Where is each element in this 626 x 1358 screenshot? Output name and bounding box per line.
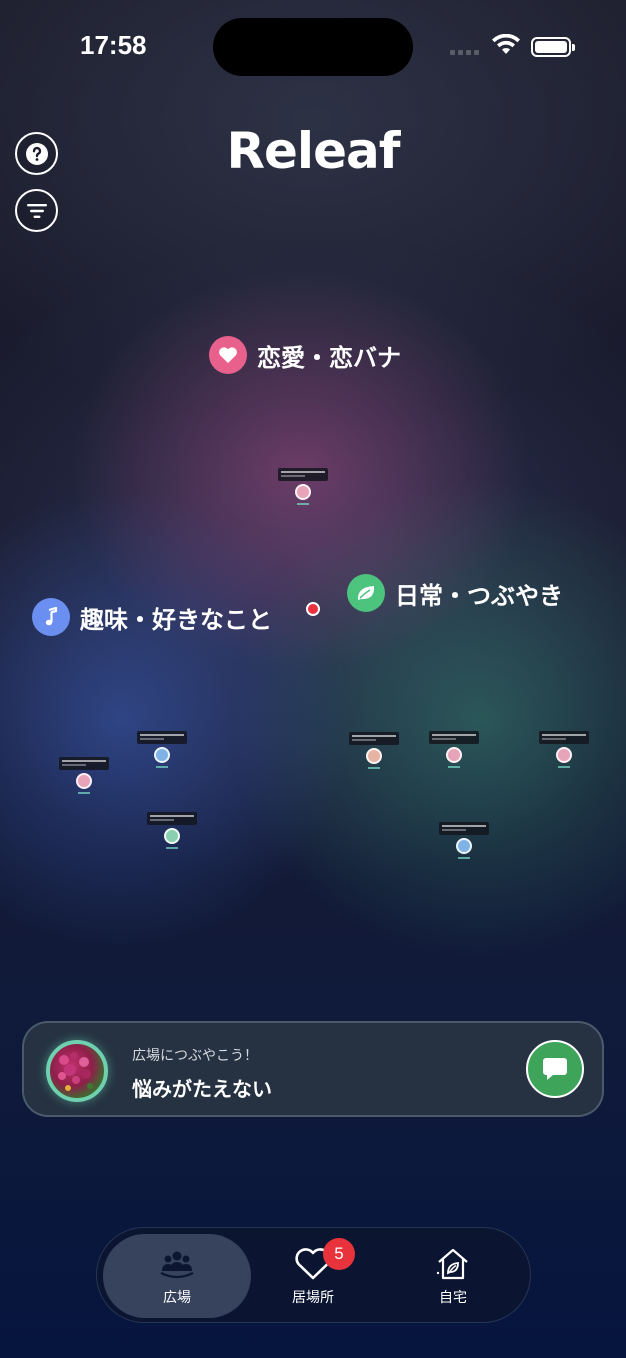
post-avatar <box>446 747 462 763</box>
tab-ibasho[interactable]: 居場所 5 <box>239 1234 387 1318</box>
notification-badge: 5 <box>323 1238 355 1270</box>
post-avatar <box>366 748 382 764</box>
tab-label: 自宅 <box>439 1289 467 1306</box>
question-icon <box>25 142 48 165</box>
post-node[interactable] <box>349 732 399 769</box>
music-note-icon <box>32 598 70 636</box>
post-avatar <box>76 773 92 789</box>
tab-label: 居場所 <box>292 1289 334 1306</box>
post-node[interactable] <box>147 812 197 849</box>
filter-icon <box>26 203 47 218</box>
post-avatar <box>295 484 311 500</box>
composer-prompt: 広場につぶやこう！ <box>132 1048 258 1064</box>
status-bar: 17:58 <box>0 0 626 90</box>
category-label: 趣味・好きなこと <box>80 605 272 634</box>
heart-icon <box>209 336 247 374</box>
tab-bar: 広場 居場所 5 自宅 <box>96 1227 531 1323</box>
tab-label: 広場 <box>163 1289 191 1306</box>
post-composer[interactable]: 広場につぶやこう！ 悩みがたえない <box>22 1021 604 1117</box>
category-hobby[interactable]: 趣味・好きなこと <box>32 598 272 636</box>
filter-button[interactable] <box>15 189 58 232</box>
composer-text[interactable]: 悩みがたえない <box>132 1073 272 1102</box>
status-time: 17:58 <box>80 30 147 60</box>
post-avatar <box>556 747 572 763</box>
tab-plaza[interactable]: 広場 <box>103 1234 251 1318</box>
post-node[interactable] <box>439 822 489 859</box>
post-avatar <box>456 838 472 854</box>
category-label: 恋愛・恋バナ <box>257 343 401 372</box>
post-node[interactable] <box>137 731 187 768</box>
tab-home[interactable]: 自宅 <box>379 1234 527 1318</box>
current-location-dot[interactable] <box>306 602 320 616</box>
help-button[interactable] <box>15 132 58 175</box>
battery-icon <box>531 37 575 57</box>
dynamic-island <box>213 18 413 76</box>
app-title: Releaf <box>226 122 401 180</box>
post-node[interactable] <box>59 757 109 794</box>
home-leaf-icon <box>436 1248 468 1279</box>
user-avatar[interactable] <box>46 1040 108 1102</box>
people-icon <box>160 1251 194 1278</box>
leaf-icon <box>347 574 385 612</box>
wifi-icon <box>492 34 520 54</box>
post-node[interactable] <box>429 731 479 768</box>
post-avatar <box>154 747 170 763</box>
cellular-signal-icon <box>450 50 479 55</box>
compose-button[interactable] <box>526 1040 584 1098</box>
category-daily[interactable]: 日常・つぶやき <box>347 574 563 612</box>
post-node[interactable] <box>278 468 328 505</box>
post-avatar <box>164 828 180 844</box>
chat-bubble-icon <box>543 1058 567 1080</box>
category-label: 日常・つぶやき <box>395 581 563 610</box>
category-love[interactable]: 恋愛・恋バナ <box>209 336 401 374</box>
post-node[interactable] <box>539 731 589 768</box>
